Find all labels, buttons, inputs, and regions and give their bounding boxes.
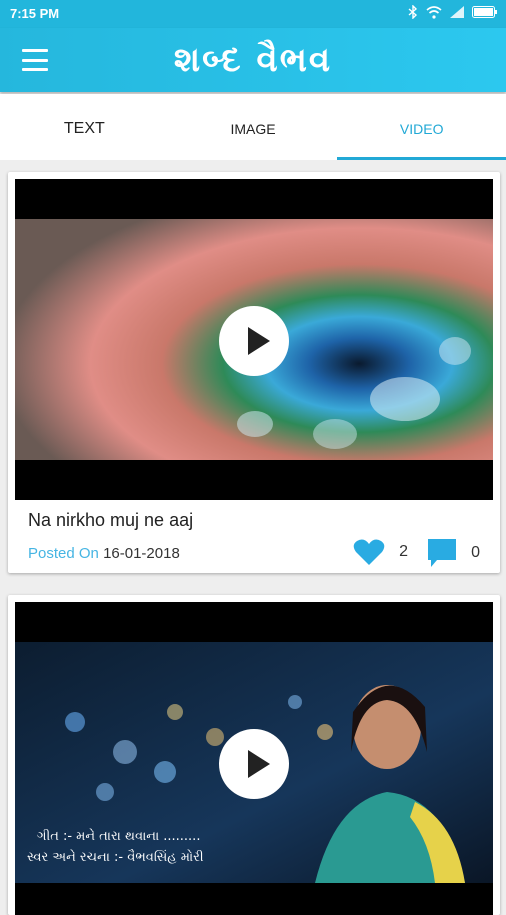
video-player[interactable]: [15, 179, 493, 500]
tab-text[interactable]: TEXT: [0, 94, 169, 160]
play-button[interactable]: [219, 306, 289, 376]
comment-button[interactable]: 0: [427, 538, 480, 568]
play-button[interactable]: [219, 729, 289, 799]
video-caption-line-2: સ્વર અને રચના :- વૈભવસિંહ મોરી: [27, 850, 204, 865]
like-button[interactable]: 2: [353, 538, 408, 566]
tab-image[interactable]: IMAGE: [169, 94, 338, 160]
comment-count: 0: [471, 544, 480, 561]
wifi-icon: [426, 5, 442, 19]
battery-icon: [472, 6, 497, 18]
signal-icon: [450, 6, 464, 18]
video-meta: Posted On 16-01-2018: [28, 545, 180, 562]
posted-label: Posted On: [28, 545, 99, 562]
heart-icon: [353, 539, 385, 565]
comment-icon: [428, 539, 457, 567]
status-bar: 7:15 PM: [0, 0, 506, 28]
video-caption-line-1: ગીત :- મને તારા થવાના .........: [37, 829, 201, 844]
video-player[interactable]: ગીત :- મને તારા થવાના ......... સ્વર અને…: [15, 602, 493, 915]
status-icons: [408, 5, 498, 19]
posted-date: 16-01-2018: [103, 545, 180, 562]
tab-bar: TEXT IMAGE VIDEO: [0, 94, 506, 160]
video-title: Na nirkho muj ne aaj: [28, 510, 194, 530]
like-count: 2: [399, 543, 408, 560]
app-bar: શબ્દ વૈભવ: [0, 28, 506, 92]
app-title: શબ્દ વૈભવ: [173, 40, 333, 80]
video-card[interactable]: ગીત :- મને તારા થવાના ......... સ્વર અને…: [8, 595, 500, 915]
video-card[interactable]: Na nirkho muj ne aaj Posted On 16-01-201…: [8, 172, 500, 573]
status-time: 7:15 PM: [10, 6, 60, 21]
tab-video[interactable]: VIDEO: [337, 94, 506, 160]
bluetooth-icon: [408, 5, 418, 19]
